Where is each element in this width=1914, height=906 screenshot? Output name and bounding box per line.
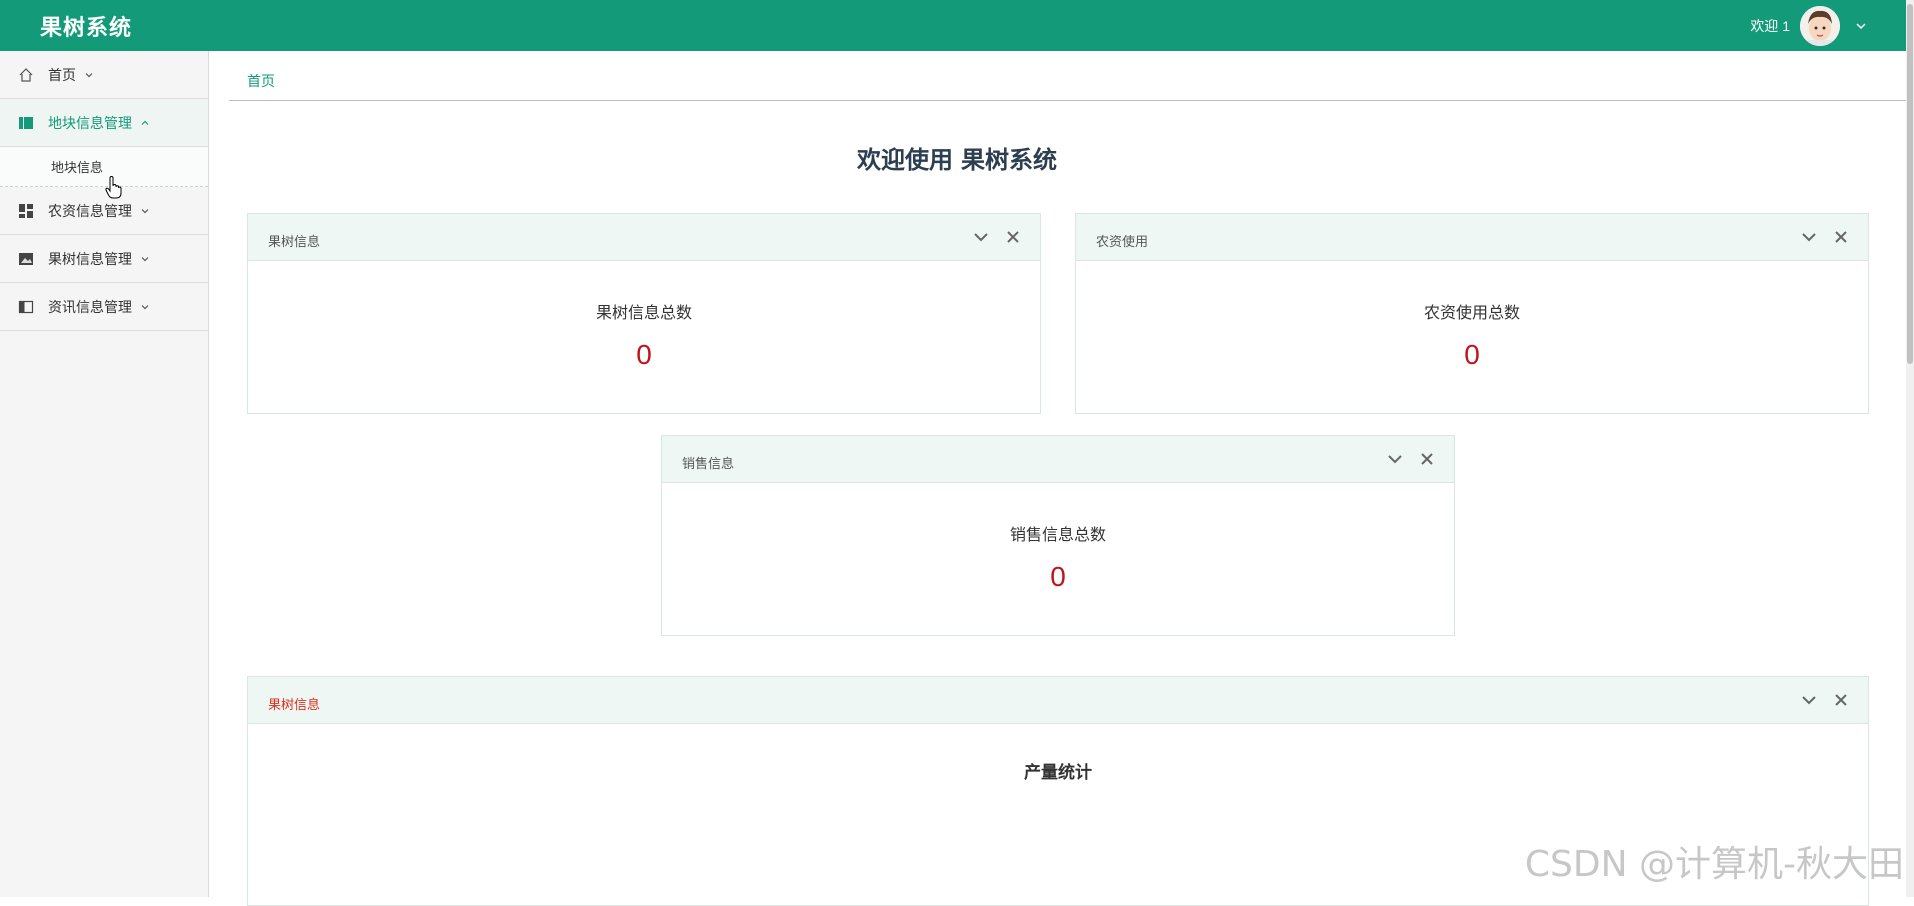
watermark-text: CSDN @计算机-秋大田 bbox=[1525, 835, 1904, 887]
sidebar-layout-icon bbox=[18, 299, 34, 315]
panel-header: 销售信息 bbox=[662, 436, 1454, 483]
close-icon[interactable] bbox=[1832, 691, 1850, 709]
close-icon[interactable] bbox=[1832, 228, 1850, 246]
stat-label: 农资使用总数 bbox=[1076, 299, 1868, 323]
sidebar-item-fruit-tree[interactable]: 果树信息管理 bbox=[0, 235, 208, 283]
dashboard-icon bbox=[18, 203, 34, 219]
sidebar-item-label: 资讯信息管理 bbox=[48, 297, 132, 317]
app-title: 果树系统 bbox=[40, 10, 132, 42]
welcome-prefix: 欢迎使用 bbox=[857, 147, 953, 174]
panel-header: 果树信息 bbox=[248, 677, 1868, 724]
panel-sales-info: 销售信息 销售信息总数 0 bbox=[661, 435, 1455, 636]
page-title: 欢迎使用果树系统 bbox=[0, 140, 1914, 175]
sidebar-item-label: 地块信息管理 bbox=[48, 113, 132, 133]
chevron-down-icon bbox=[140, 254, 150, 264]
top-header: 果树系统 欢迎 1 bbox=[0, 0, 1914, 51]
chevron-down-icon[interactable] bbox=[1800, 691, 1818, 709]
avatar-image bbox=[1800, 6, 1840, 46]
panel-agri-usage: 农资使用 农资使用总数 0 bbox=[1075, 213, 1869, 414]
breadcrumb: 首页 bbox=[229, 51, 1906, 101]
panel-header: 果树信息 bbox=[248, 214, 1040, 261]
hand-cursor-icon bbox=[105, 176, 123, 200]
close-icon[interactable] bbox=[1004, 228, 1022, 246]
panel-title: 果树信息 bbox=[268, 231, 320, 250]
chevron-down-icon bbox=[140, 302, 150, 312]
stat-label: 果树信息总数 bbox=[248, 299, 1040, 323]
sidebar-item-news[interactable]: 资讯信息管理 bbox=[0, 283, 208, 331]
stat-value: 0 bbox=[248, 339, 1040, 371]
welcome-user-text: 欢迎 1 bbox=[1750, 16, 1790, 36]
chevron-down-icon bbox=[140, 206, 150, 216]
chevron-up-icon bbox=[140, 118, 150, 128]
columns-icon bbox=[18, 115, 34, 131]
stat-value: 0 bbox=[662, 561, 1454, 593]
scrollbar-thumb[interactable] bbox=[1907, 4, 1913, 364]
stat-value: 0 bbox=[1076, 339, 1868, 371]
welcome-system-name: 果树系统 bbox=[961, 147, 1057, 174]
panel-title: 果树信息 bbox=[268, 694, 320, 713]
panel-title: 销售信息 bbox=[682, 453, 734, 472]
panel-fruit-tree-info: 果树信息 果树信息总数 0 bbox=[247, 213, 1041, 414]
panel-header: 农资使用 bbox=[1076, 214, 1868, 261]
sidebar-item-label: 果树信息管理 bbox=[48, 249, 132, 269]
user-menu[interactable]: 欢迎 1 bbox=[1750, 5, 1868, 47]
sidebar-item-label: 首页 bbox=[48, 65, 76, 85]
image-icon bbox=[18, 251, 34, 267]
chevron-down-icon bbox=[84, 70, 94, 80]
chevron-down-icon[interactable] bbox=[1386, 450, 1404, 468]
home-icon bbox=[18, 67, 34, 83]
stat-label: 销售信息总数 bbox=[662, 521, 1454, 545]
sidebar-item-label: 农资信息管理 bbox=[48, 201, 132, 221]
breadcrumb-home[interactable]: 首页 bbox=[247, 71, 275, 91]
close-icon[interactable] bbox=[1418, 450, 1436, 468]
page-scrollbar[interactable] bbox=[1906, 0, 1914, 897]
sidebar-item-home[interactable]: 首页 bbox=[0, 51, 208, 99]
chart-title: 产量统计 bbox=[248, 758, 1868, 783]
chevron-down-icon[interactable] bbox=[972, 228, 990, 246]
chevron-down-icon[interactable] bbox=[1800, 228, 1818, 246]
chevron-down-icon[interactable] bbox=[1854, 19, 1868, 33]
panel-title: 农资使用 bbox=[1096, 231, 1148, 250]
sidebar-item-agri-supplies[interactable]: 农资信息管理 bbox=[0, 187, 208, 235]
user-avatar[interactable] bbox=[1800, 6, 1840, 46]
